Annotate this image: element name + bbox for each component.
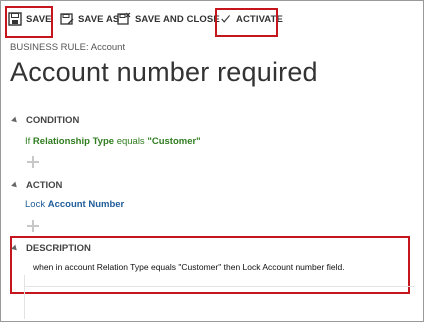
condition-value: "Customer" — [147, 136, 201, 147]
command-bar: SAVE SAVE AS SAVE AND CLOSE ACTIVATE — [2, 3, 420, 35]
action-expression[interactable]: Lock Account Number — [25, 199, 124, 210]
save-highlight-box — [5, 6, 53, 38]
collapse-arrow-icon — [11, 244, 19, 253]
collapse-arrow-icon — [11, 116, 19, 125]
add-condition-plus-icon[interactable] — [27, 156, 39, 168]
divider-vertical — [24, 275, 25, 319]
condition-prefix: If — [25, 136, 31, 147]
save-and-close-button[interactable]: SAVE AND CLOSE — [117, 3, 220, 35]
description-header-label: DESCRIPTION — [26, 243, 91, 254]
condition-field: Relationship Type — [32, 136, 115, 147]
condition-header-label: CONDITION — [26, 115, 80, 126]
save-as-icon — [60, 13, 74, 25]
action-section-header[interactable]: ACTION — [11, 180, 63, 191]
collapse-arrow-icon — [11, 181, 19, 190]
page-title: Account number required — [10, 57, 318, 87]
condition-section-header[interactable]: CONDITION — [11, 115, 80, 126]
condition-operator: equals — [116, 136, 145, 147]
save-and-close-label: SAVE AND CLOSE — [135, 13, 220, 25]
save-and-close-icon — [117, 12, 131, 25]
action-field: Account Number — [47, 199, 125, 210]
condition-expression[interactable]: If Relationship Type equals "Customer" — [25, 136, 201, 147]
breadcrumb: BUSINESS RULE: Account — [10, 42, 126, 53]
description-section-header[interactable]: DESCRIPTION — [11, 243, 91, 254]
action-verb: Lock — [25, 199, 46, 210]
action-header-label: ACTION — [26, 180, 63, 191]
activate-highlight-box — [215, 8, 278, 37]
description-text[interactable]: when in account Relation Type equals "Cu… — [33, 262, 345, 272]
divider — [24, 286, 414, 287]
save-as-button[interactable]: SAVE AS — [60, 3, 119, 35]
save-as-label: SAVE AS — [78, 13, 120, 25]
add-action-plus-icon[interactable] — [27, 220, 39, 232]
